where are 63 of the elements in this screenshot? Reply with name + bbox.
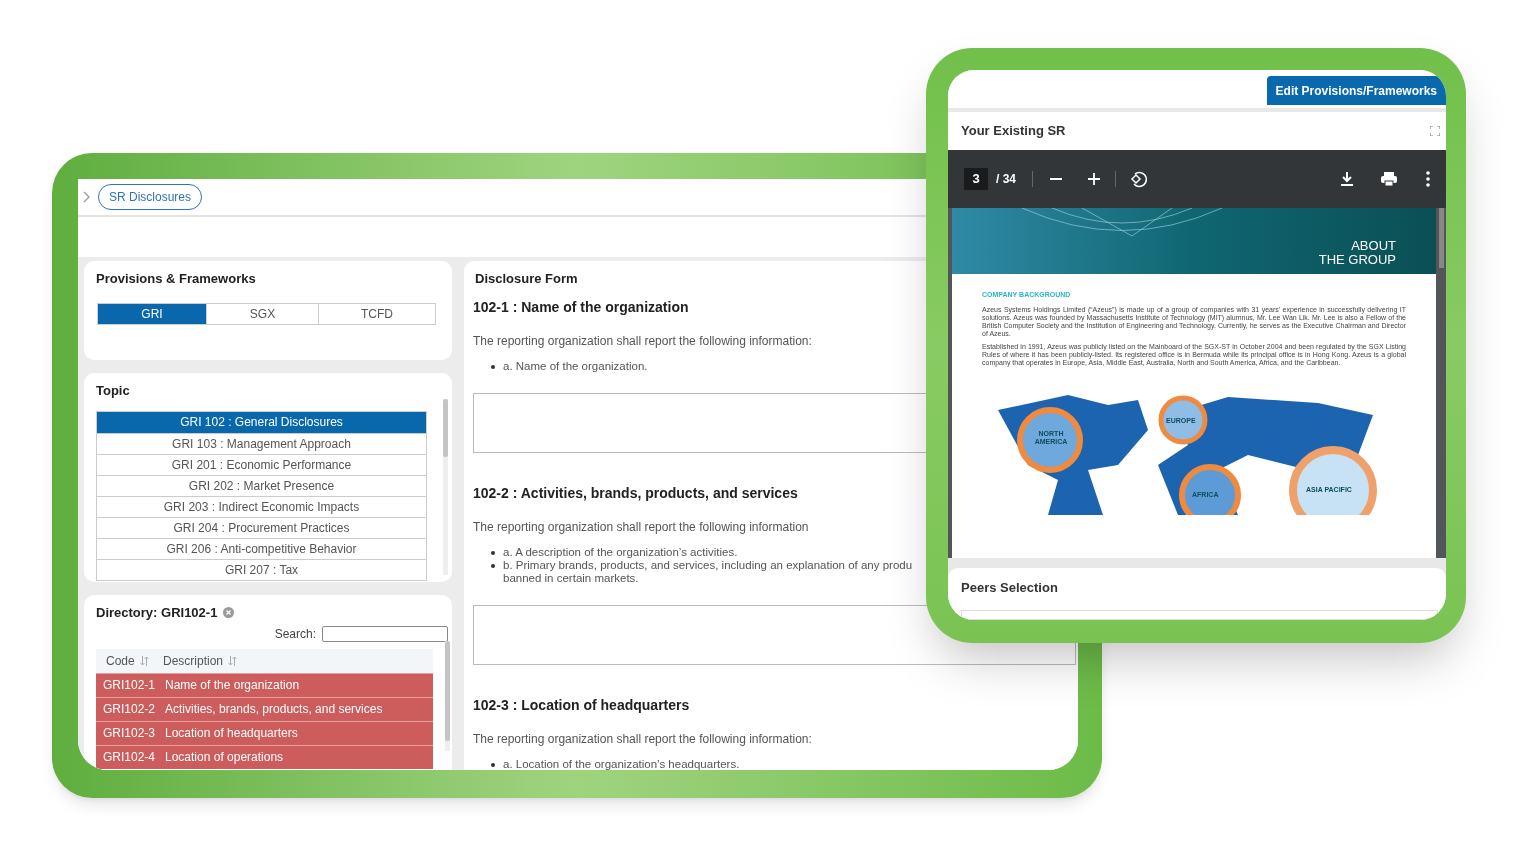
topic-item[interactable]: GRI 103 : Management Approach [97,432,426,454]
fullscreen-icon[interactable] [1430,126,1440,136]
bullet-text: a. Name of the organization. [503,359,648,373]
bullet-icon [491,762,495,767]
table-cell-text: Activities, brands, products, and services [165,701,383,718]
zoom-in-icon[interactable] [1087,172,1101,186]
section-heading: 102-2 : Activities, brands, products, and services [473,483,798,503]
instruction-text: The reporting organization shall report the following information [473,518,809,536]
bullet-text: a. A description of the organization’s activities. [503,545,738,559]
table-cell-text: Location of operations [165,749,284,766]
instruction-text: The reporting organization shall report the following information: [473,332,812,350]
section-heading: 102-3 : Location of headquarters [473,695,690,715]
panel-title: Topic [96,382,131,400]
print-icon[interactable] [1380,171,1398,187]
table-row[interactable]: GRI102-2 Activities, brands, products, and services [96,696,433,721]
clear-icon[interactable] [223,607,235,619]
section-heading: 102-1 : Name of the organization [473,297,689,317]
page-number-field[interactable]: 3 [964,168,988,190]
bullet-text: banned in certain markets. [503,571,640,585]
panel-title: Directory: GRI102-1 [96,604,218,622]
scrollbar[interactable] [443,399,448,575]
rotate-icon[interactable] [1130,170,1148,188]
table-cell-text: GRI102-2 [103,701,155,718]
sort-icon[interactable] [228,655,238,666]
banner-title: THE GROUP [1318,253,1396,267]
table-cell-text: GRI102-3 [103,725,155,742]
scrollbar[interactable] [445,641,450,751]
instruction-text: The reporting organization shall report the following information: [473,730,812,748]
edit-button[interactable]: Edit Provisions/Frameworks [1266,76,1446,105]
card-title: Peers Selection [961,579,1059,597]
column-header[interactable]: Description [163,651,238,670]
banner-title: ABOUT [1350,239,1396,253]
table-row[interactable]: GRI102-3 Location of headquarters [96,720,433,745]
page-count: / 34 [996,171,1016,188]
table-cell-text: Name of the organization [165,677,300,694]
chevron-right-icon[interactable] [82,191,90,203]
search-field[interactable] [322,625,448,642]
bullet-icon [491,563,495,568]
topic-item[interactable]: GRI 102 : General Disclosures [97,411,426,433]
panel-title: Disclosure Form [474,270,579,288]
column-header[interactable]: Code [106,651,157,670]
framework-tab[interactable]: GRI [98,303,206,324]
bullet-text: a. Location of the organization’s headquarters. [503,757,740,770]
topic-item[interactable]: GRI 206 : Anti-competitive Behavior [97,537,426,559]
panel-title: Provisions & Frameworks [96,270,257,288]
more-options-icon[interactable] [1426,171,1430,187]
column-label: Description [163,652,224,670]
bullet-text: b. Primary brands, products, and services, including an explanation of any produ [503,558,913,572]
table-cell-text: GRI102-4 [103,749,155,766]
topic-item[interactable]: GRI 203 : Indirect Economic Impacts [97,495,426,517]
table-cell-text: Location of headquarters [165,725,298,742]
table-row[interactable]: GRI102-1 Name of the organization [96,672,433,697]
table-row[interactable]: GRI102-4 Location of operations [96,744,433,769]
bullet-icon [491,364,495,369]
search-label: Search: [274,625,316,643]
column-label: Code [106,652,135,670]
bullet-icon [491,550,495,555]
download-icon[interactable] [1340,171,1354,187]
table-cell-text: GRI102-1 [103,677,155,694]
breadcrumb-tab[interactable]: SR Disclosures [98,184,203,210]
scrollbar[interactable] [1439,208,1444,268]
card-title: Your Existing SR [961,122,1066,141]
sort-icon[interactable] [139,655,149,666]
